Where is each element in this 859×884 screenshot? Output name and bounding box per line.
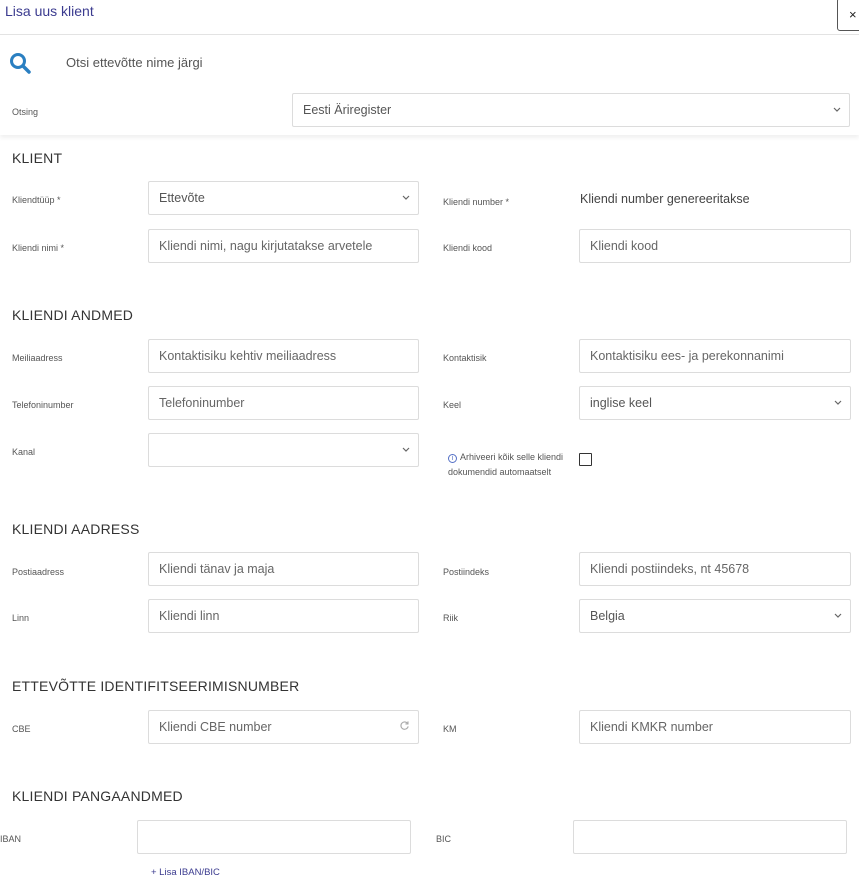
section-company-id-heading: ETTEVÕTTE IDENTIFITSEERIMISNUMBER — [12, 678, 300, 694]
city-label: Linn — [12, 613, 30, 623]
email-input[interactable]: Kontaktisiku kehtiv meiliaadress — [148, 339, 419, 373]
archive-info: i Arhiveeri kõik selle kliendi dokumendid… — [448, 450, 578, 480]
client-type-label: Kliendtüüp * — [12, 195, 61, 205]
chevron-down-icon — [402, 447, 410, 452]
cbe-placeholder: Kliendi CBE number — [159, 720, 272, 734]
client-number-value: Kliendi number genereeritakse — [580, 192, 750, 206]
search-icon[interactable] — [9, 52, 31, 74]
section-client-heading: KLIENT — [12, 150, 63, 166]
language-select[interactable]: inglise keel — [579, 386, 851, 420]
close-button[interactable]: × — [837, 0, 859, 31]
chevron-down-icon — [834, 613, 842, 618]
info-icon: i — [448, 454, 457, 463]
street-input[interactable]: Kliendi tänav ja maja — [148, 552, 419, 586]
channel-select[interactable] — [148, 433, 419, 467]
client-type-select[interactable]: Ettevõte — [148, 181, 419, 215]
channel-label: Kanal — [12, 447, 36, 457]
chevron-down-icon — [833, 107, 841, 112]
search-by-name-label[interactable]: Otsi ettevõtte nime järgi — [66, 55, 203, 70]
add-iban-bic-link[interactable]: + Lisa IBAN/BIC — [151, 867, 220, 878]
country-value: Belgia — [590, 609, 625, 623]
language-value: inglise keel — [590, 396, 652, 410]
postal-label: Postiindeks — [443, 567, 490, 577]
street-label: Postiaadress — [12, 567, 65, 577]
language-label: Keel — [443, 400, 462, 410]
dialog-header: Lisa uus klient × — [0, 0, 859, 35]
refresh-icon[interactable] — [399, 720, 410, 731]
client-code-input[interactable]: Kliendi kood — [579, 229, 851, 263]
phone-label: Telefoninumber — [12, 400, 74, 410]
cbe-label: CBE — [12, 724, 31, 734]
section-bank-heading: KLIENDI PANGAANDMED — [12, 788, 183, 804]
client-code-label: Kliendi kood — [443, 243, 493, 253]
search-source-value: Eesti Äriregister — [303, 103, 392, 117]
bic-label: BIC — [436, 834, 452, 844]
vat-label: KM — [443, 724, 457, 734]
client-name-input[interactable]: Kliendi nimi, nagu kirjutatakse arvetele — [148, 229, 419, 263]
contact-label: Kontaktisik — [443, 353, 487, 363]
bic-input[interactable] — [573, 820, 847, 854]
cbe-input[interactable]: Kliendi CBE number — [148, 710, 419, 744]
phone-input[interactable]: Telefoninumber — [148, 386, 419, 420]
archive-label: Arhiveeri kõik selle kliendi dokumendid … — [448, 452, 564, 477]
archive-checkbox[interactable] — [579, 453, 592, 466]
client-name-label: Kliendi nimi * — [12, 243, 65, 253]
country-label: Riik — [443, 613, 458, 623]
chevron-down-icon — [402, 195, 410, 200]
search-source-select[interactable]: Eesti Äriregister — [292, 93, 850, 127]
search-source-label: Otsing — [12, 107, 39, 117]
section-address-heading: KLIENDI AADRESS — [12, 521, 140, 537]
iban-input[interactable] — [137, 820, 411, 854]
email-label: Meiliaadress — [12, 353, 63, 363]
client-type-value: Ettevõte — [159, 191, 205, 205]
section-details-heading: KLIENDI ANDMED — [12, 307, 134, 323]
postal-input[interactable]: Kliendi postiindeks, nt 45678 — [579, 552, 851, 586]
contact-input[interactable]: Kontaktisiku ees- ja perekonnanimi — [579, 339, 851, 373]
client-number-label: Kliendi number * — [443, 197, 510, 207]
city-input[interactable]: Kliendi linn — [148, 599, 419, 633]
chevron-down-icon — [834, 400, 842, 405]
iban-label: IBAN — [0, 834, 22, 844]
vat-input[interactable]: Kliendi KMKR number — [579, 710, 851, 744]
dialog-title: Lisa uus klient — [5, 3, 94, 19]
country-select[interactable]: Belgia — [579, 599, 851, 633]
